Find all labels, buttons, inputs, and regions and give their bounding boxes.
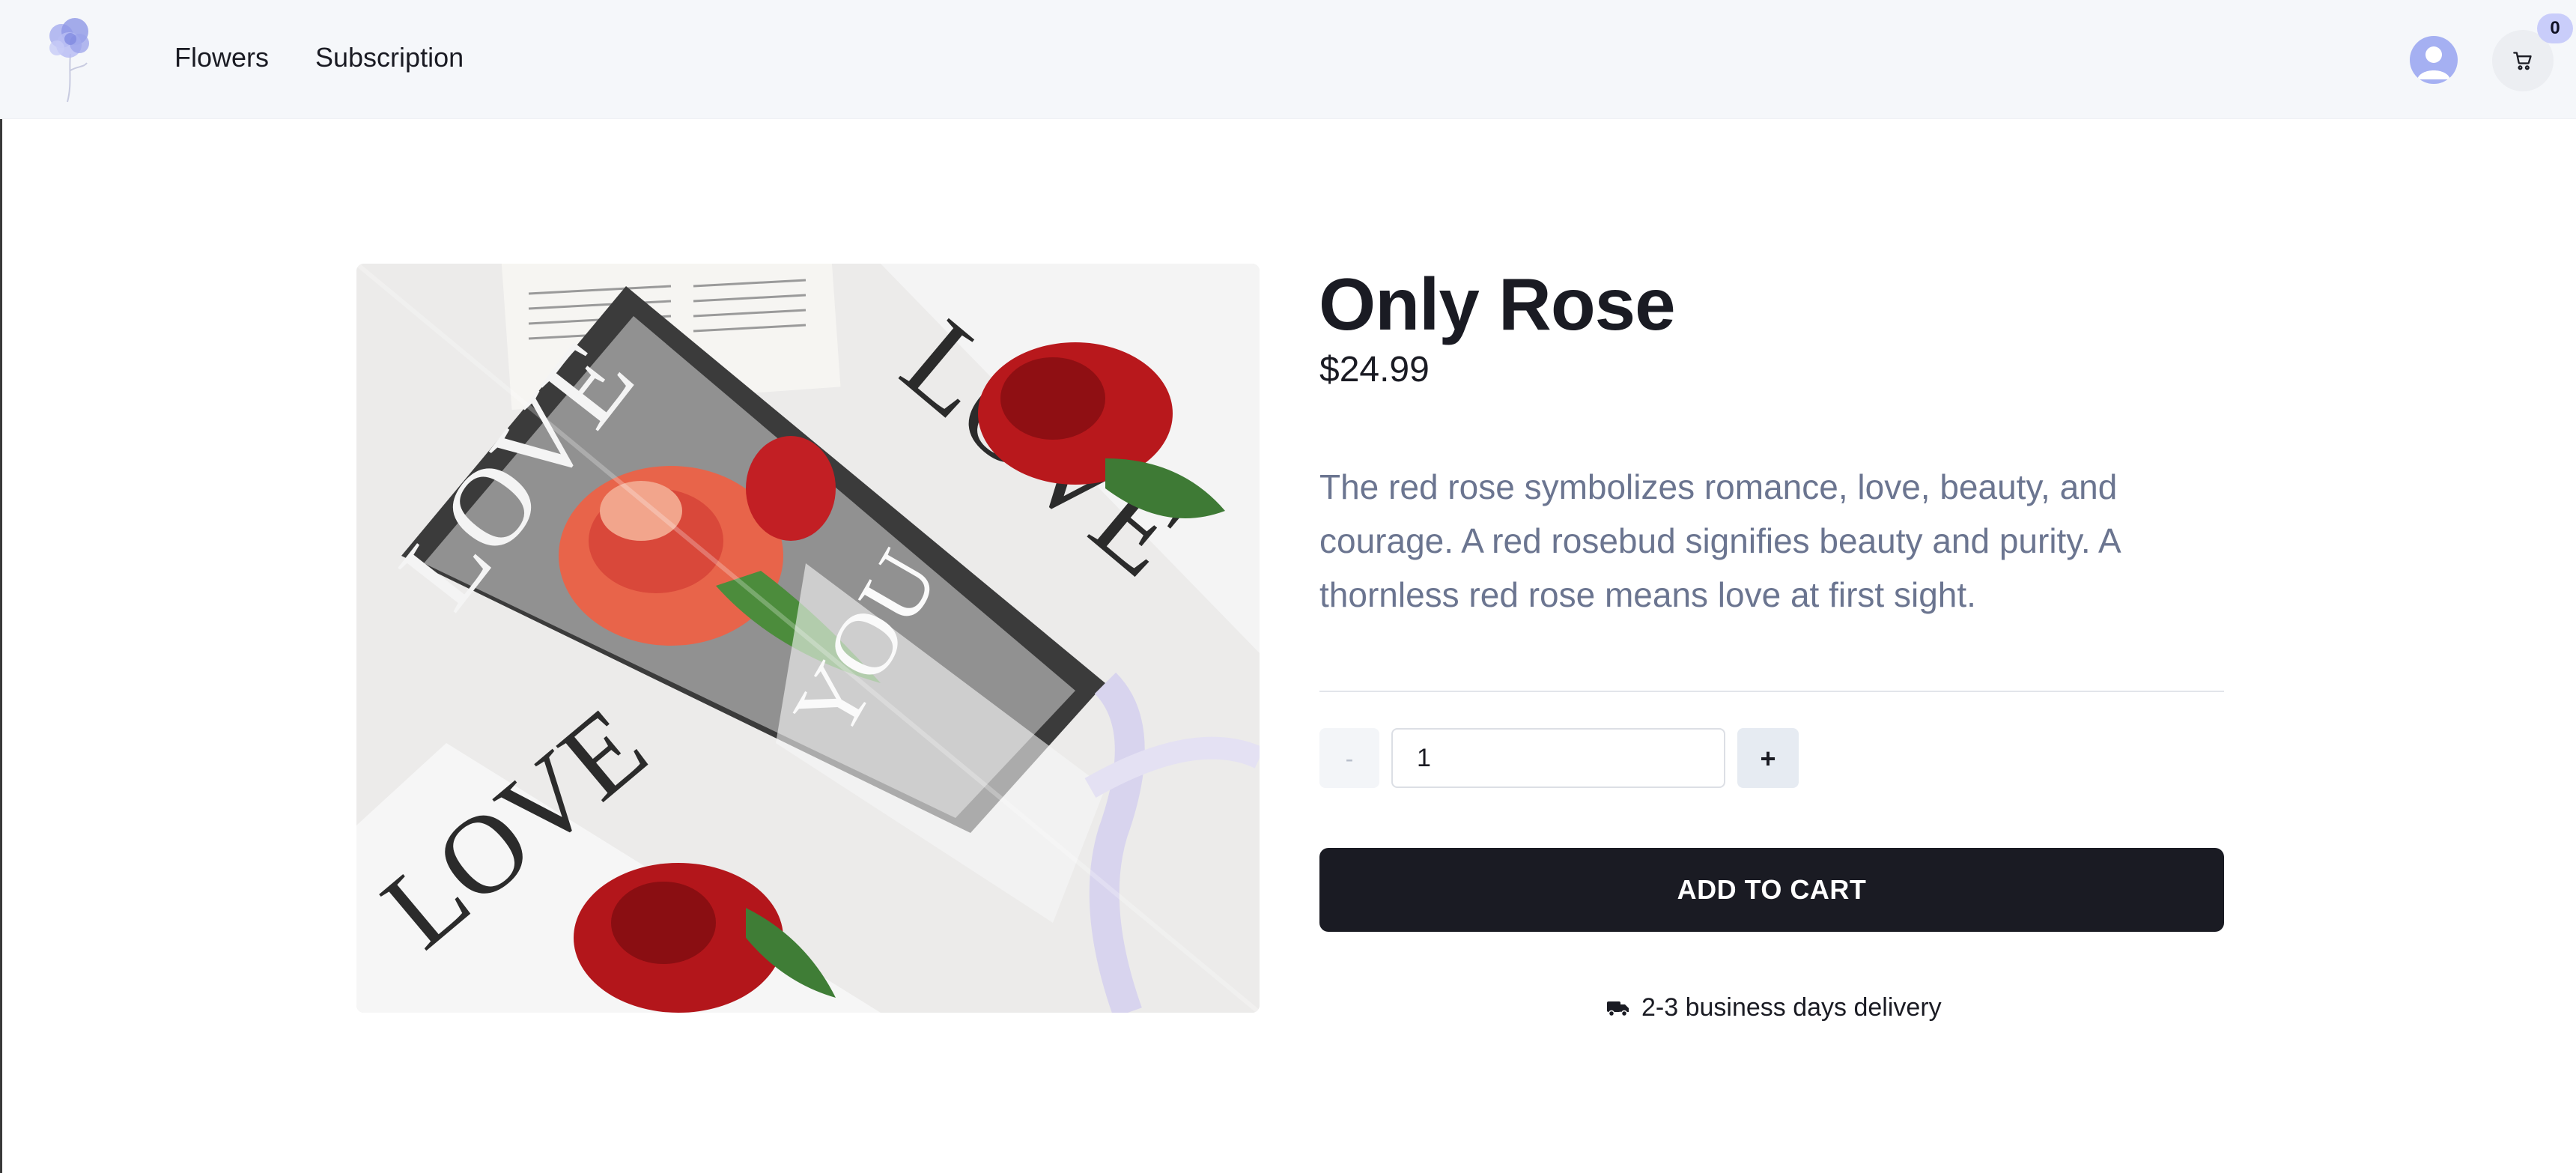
divider [1319, 691, 2224, 692]
user-avatar-icon[interactable] [2410, 36, 2458, 84]
cart-count-badge: 0 [2537, 13, 2573, 43]
shopping-cart-icon [2513, 52, 2532, 70]
quantity-decrement-button[interactable]: - [1319, 728, 1379, 788]
product-description: The red rose symbolizes romance, love, b… [1319, 467, 2120, 614]
site-header: Flowers Subscription 0 [0, 0, 2576, 119]
product-image: LOVE LOVE YOU LOVE [356, 264, 1260, 1013]
nav-flowers[interactable]: Flowers [174, 42, 269, 73]
product-price: $24.99 [1319, 350, 1430, 390]
nav-subscription[interactable]: Subscription [315, 42, 464, 73]
window-left-edge [0, 0, 2, 1173]
delivery-info: 2-3 business days delivery [1607, 993, 1942, 1022]
product-title: Only Rose [1319, 263, 1676, 345]
truck-icon [1607, 1001, 1629, 1016]
delivery-text: 2-3 business days delivery [1641, 993, 1942, 1022]
flower-logo[interactable] [42, 10, 99, 103]
quantity-input[interactable] [1391, 728, 1725, 788]
quantity-increment-button[interactable]: + [1737, 728, 1799, 788]
add-to-cart-button[interactable]: ADD TO CART [1319, 848, 2224, 932]
